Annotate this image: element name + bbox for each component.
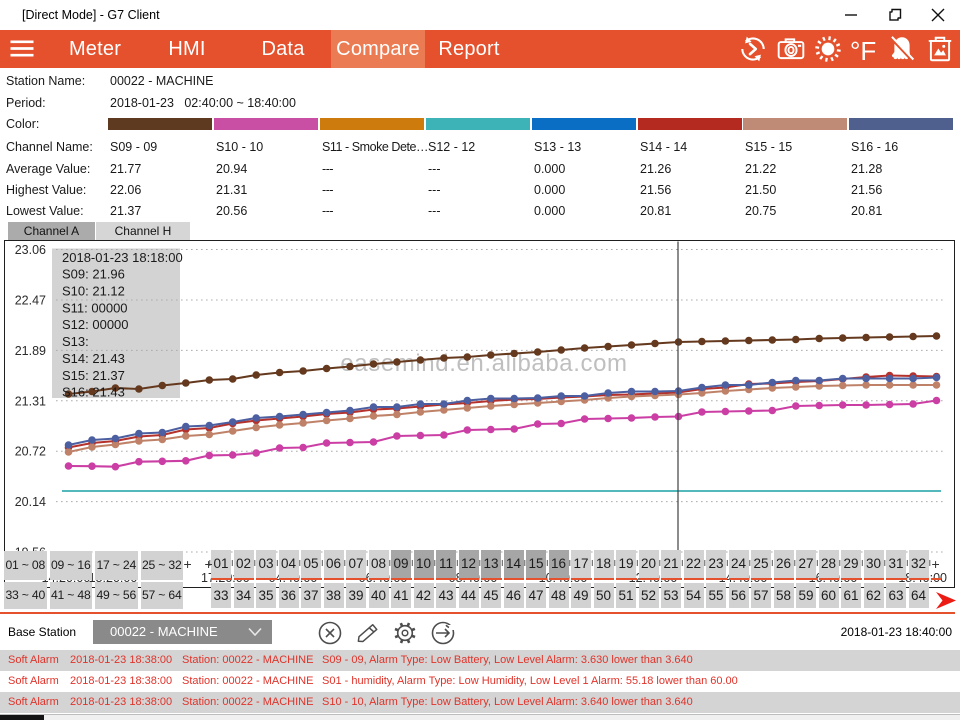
svg-text:21.31: 21.31	[15, 394, 46, 408]
svg-text:2018-01-23 18:18:00: 2018-01-23 18:18:00	[62, 250, 183, 265]
svg-text:S12: 00000: S12: 00000	[62, 317, 129, 332]
svg-text:S10: 21.12: S10: 21.12	[62, 284, 125, 299]
svg-text:S09: 21.96: S09: 21.96	[62, 267, 125, 282]
svg-text:S15: 21.37: S15: 21.37	[62, 368, 125, 383]
svg-text:S14: 21.43: S14: 21.43	[62, 351, 125, 366]
svg-text:22.47: 22.47	[15, 294, 46, 308]
svg-text:S13:: S13:	[62, 334, 89, 349]
svg-text:S11: 00000: S11: 00000	[62, 300, 128, 315]
svg-text:S16: 21.43: S16: 21.43	[62, 385, 125, 400]
svg-text:21.89: 21.89	[15, 344, 46, 358]
svg-text:20.14: 20.14	[15, 495, 46, 509]
svg-text:23.06: 23.06	[15, 243, 46, 257]
svg-text:20.72: 20.72	[15, 445, 46, 459]
